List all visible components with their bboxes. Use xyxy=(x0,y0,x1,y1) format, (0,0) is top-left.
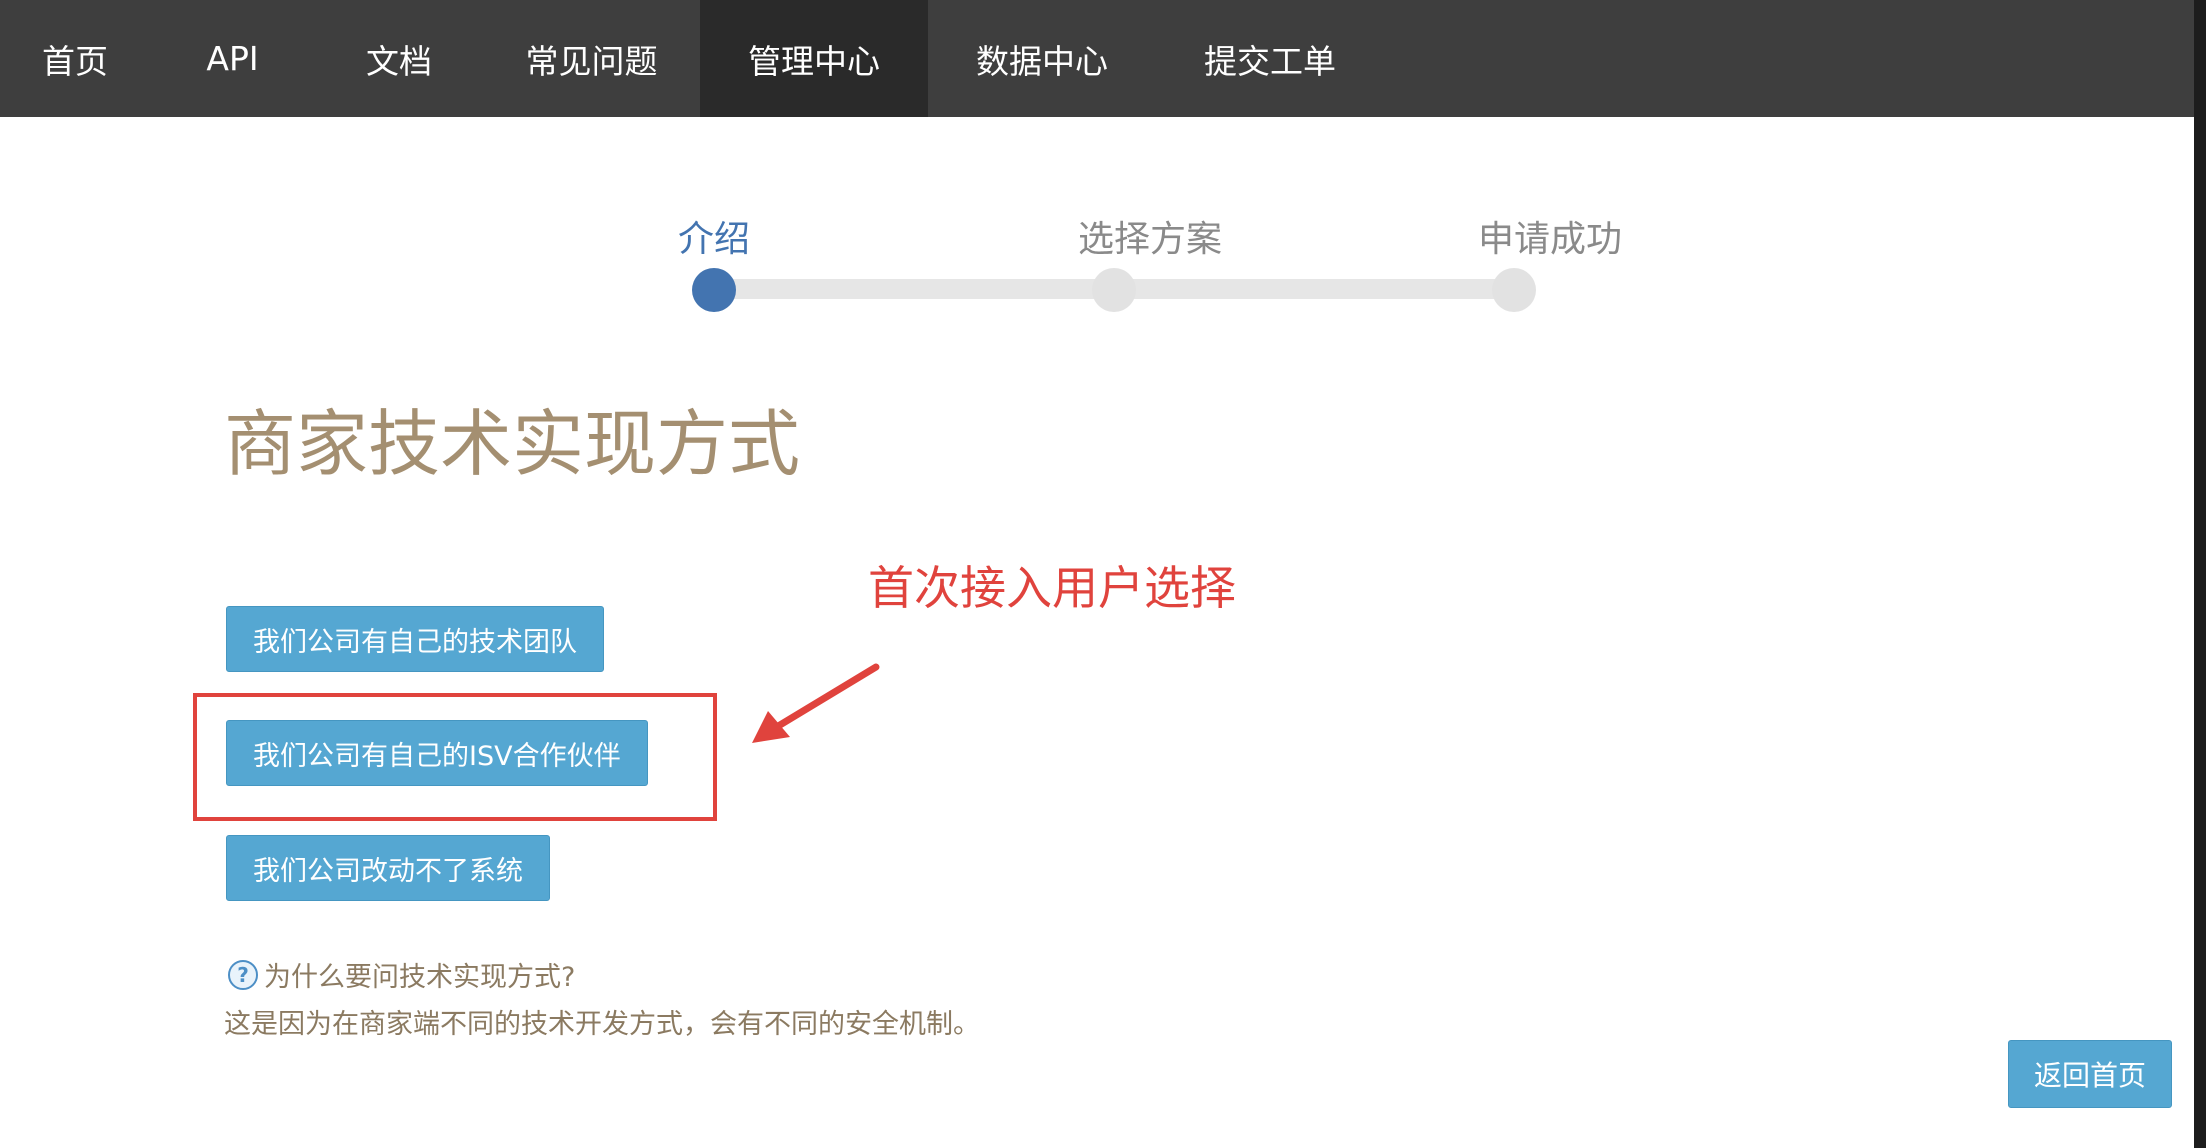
nav-label: 数据中心 xyxy=(976,41,1108,81)
annotation-arrow-icon xyxy=(752,663,880,743)
option-label: 我们公司有自己的技术团队 xyxy=(253,626,577,658)
nav-item-data-center[interactable]: 数据中心 xyxy=(928,0,1156,117)
step-label-success: 申请成功 xyxy=(1478,219,1623,260)
nav-item-admin-center[interactable]: 管理中心 xyxy=(700,0,928,117)
nav-item-submit-ticket[interactable]: 提交工单 xyxy=(1156,0,1384,117)
nav-item-api[interactable]: API xyxy=(150,0,315,117)
page-title: 商家技术实现方式 xyxy=(224,402,801,486)
back-home-button[interactable]: 返回首页 xyxy=(2008,1040,2172,1108)
progress-stepper: 介绍 选择方案 申请成功 xyxy=(670,210,1650,312)
help-answer: 这是因为在商家端不同的技术开发方式，会有不同的安全机制。 xyxy=(224,1009,980,1040)
nav-label: 管理中心 xyxy=(748,41,880,81)
option-label: 我们公司改动不了系统 xyxy=(253,855,523,887)
nav-item-home[interactable]: 首页 xyxy=(0,0,150,117)
option-cannot-modify-system-button[interactable]: 我们公司改动不了系统 xyxy=(226,835,550,901)
top-navigation: 首页 API 文档 常见问题 管理中心 数据中心 提交工单 xyxy=(0,0,2194,117)
annotation-text: 首次接入用户选择 xyxy=(868,561,1236,615)
page: 首页 API 文档 常见问题 管理中心 数据中心 提交工单 介绍 选择方案 申请… xyxy=(0,0,2206,1148)
annotation-highlight-box xyxy=(193,693,717,821)
help-question-icon: ? xyxy=(228,959,258,990)
option-own-tech-team-button[interactable]: 我们公司有自己的技术团队 xyxy=(226,606,604,672)
help-question: 为什么要问技术实现方式? xyxy=(264,962,576,993)
nav-label: API xyxy=(206,39,259,78)
nav-label: 常见问题 xyxy=(525,41,658,81)
step-label-choose-plan: 选择方案 xyxy=(1078,219,1223,260)
nav-item-faq[interactable]: 常见问题 xyxy=(483,0,700,117)
step-dot-intro xyxy=(692,268,736,312)
nav-label: 首页 xyxy=(42,41,108,81)
step-dot-success xyxy=(1492,268,1536,312)
nav-item-docs[interactable]: 文档 xyxy=(315,0,483,117)
step-dot-choose-plan xyxy=(1092,268,1136,312)
window-edge xyxy=(2194,0,2206,1148)
step-label-intro: 介绍 xyxy=(678,219,751,260)
help-row: ? 为什么要问技术实现方式? xyxy=(228,955,575,994)
nav-label: 文档 xyxy=(366,41,432,81)
nav-label: 提交工单 xyxy=(1204,41,1336,81)
